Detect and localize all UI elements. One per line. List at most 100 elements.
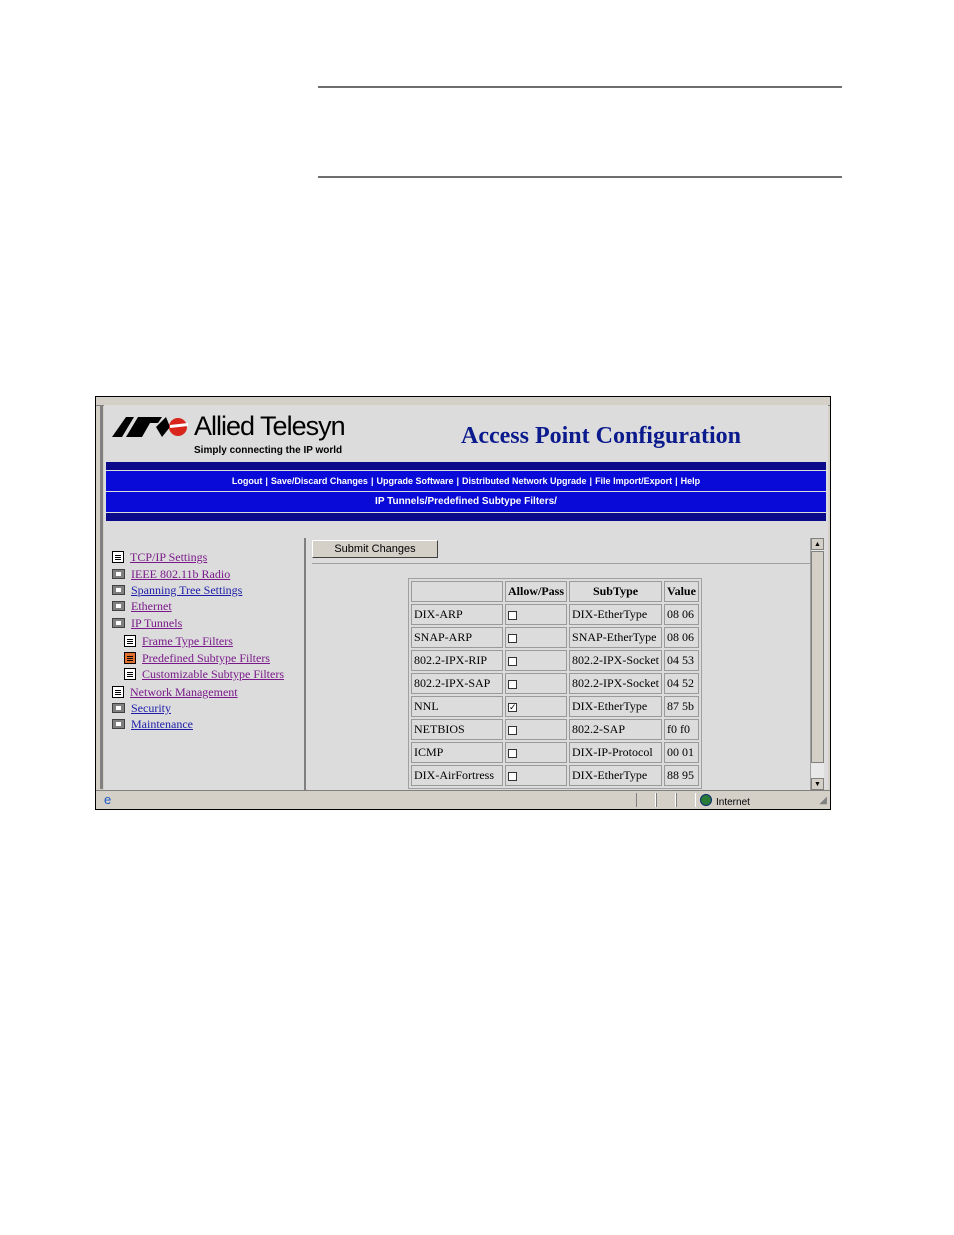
- allow-cell: [505, 627, 568, 648]
- table-row: NNL ✓ DIX-EtherType 87 5b: [411, 696, 699, 717]
- status-pane: [656, 793, 676, 807]
- value-cell: 88 95: [664, 765, 699, 786]
- allow-checkbox[interactable]: [508, 725, 517, 735]
- subtype-cell: DIX-IP-Protocol: [569, 742, 663, 763]
- subtype-cell: 802.2-IPX-Socket: [569, 650, 663, 671]
- tree-item-security[interactable]: Security: [112, 701, 171, 716]
- nav-logout[interactable]: Logout: [232, 476, 263, 486]
- zone-label: Internet: [716, 797, 750, 808]
- tree-link-ethernet[interactable]: Ethernet: [131, 599, 172, 613]
- folder-open-icon: [112, 618, 125, 628]
- tree-link-customizable-subtype-filters[interactable]: Customizable Subtype Filters: [142, 667, 284, 681]
- vertical-scrollbar[interactable]: ▲ ▼: [810, 538, 824, 790]
- tree-link-predefined-subtype-filters[interactable]: Predefined Subtype Filters: [142, 651, 270, 665]
- tree-item-tcpip[interactable]: TCP/IP Settings: [112, 550, 207, 565]
- tree-link-maintenance[interactable]: Maintenance: [131, 717, 193, 731]
- allow-cell: [505, 650, 568, 671]
- status-pane: [676, 793, 696, 807]
- table-header-row: Allow/Pass SubType Value: [411, 581, 699, 602]
- page-icon: [112, 551, 124, 563]
- tree-link-frame-type-filters[interactable]: Frame Type Filters: [142, 634, 233, 648]
- tree-item-predefined-subtype-filters[interactable]: Predefined Subtype Filters: [124, 651, 270, 666]
- table-row: SNAP-ARP SNAP-EtherType 08 06: [411, 627, 699, 648]
- page-content: Allied Telesyn Simply connecting the IP …: [104, 405, 828, 790]
- status-pane: [636, 793, 656, 807]
- tree-item-spanning-tree[interactable]: Spanning Tree Settings: [112, 583, 242, 598]
- browser-screenshot: Allied Telesyn Simply connecting the IP …: [95, 396, 831, 810]
- value-cell: 04 53: [664, 650, 699, 671]
- allow-cell: [505, 604, 568, 625]
- allow-checkbox[interactable]: [508, 633, 517, 643]
- allow-cell: [505, 742, 568, 763]
- table-row: NETBIOS 802.2-SAP f0 f0: [411, 719, 699, 740]
- page-icon: [124, 635, 136, 647]
- folder-icon: [112, 585, 125, 595]
- page-done-icon: e: [104, 792, 112, 807]
- value-cell: 87 5b: [664, 696, 699, 717]
- value-cell: 08 06: [664, 627, 699, 648]
- table-row: 802.2-IPX-RIP 802.2-IPX-Socket 04 53: [411, 650, 699, 671]
- page-icon: [112, 686, 124, 698]
- page-icon: [124, 668, 136, 680]
- tree-link-network-management[interactable]: Network Management: [130, 685, 238, 699]
- scroll-up-icon[interactable]: ▲: [811, 538, 824, 550]
- folder-icon: [112, 719, 125, 729]
- tree-link-radio[interactable]: IEEE 802.11b Radio: [131, 567, 230, 581]
- column-header-value: Value: [664, 581, 699, 602]
- submit-changes-button[interactable]: Submit Changes: [312, 540, 438, 558]
- allow-checkbox[interactable]: [508, 748, 517, 758]
- allow-cell: [505, 765, 568, 786]
- nav-save-discard[interactable]: Save/Discard Changes: [271, 476, 368, 486]
- folder-icon: [112, 703, 125, 713]
- value-cell: 04 52: [664, 673, 699, 694]
- logo-wordmark: Allied Telesyn: [194, 411, 346, 441]
- tree-item-frame-type-filters[interactable]: Frame Type Filters: [124, 634, 233, 649]
- table-row: ICMP DIX-IP-Protocol 00 01: [411, 742, 699, 763]
- scroll-thumb[interactable]: [811, 551, 824, 763]
- nav-file-import-export[interactable]: File Import/Export: [595, 476, 672, 486]
- tree-link-spanning-tree[interactable]: Spanning Tree Settings: [131, 583, 242, 597]
- subtype-cell: 802.2-IPX-Socket: [569, 673, 663, 694]
- column-header-subtype: SubType: [569, 581, 663, 602]
- filter-name: SNAP-ARP: [411, 627, 503, 648]
- tree-item-ethernet[interactable]: Ethernet: [112, 599, 172, 614]
- logo-tagline: Simply connecting the IP world: [194, 445, 343, 456]
- allow-cell: [505, 673, 568, 694]
- allow-checkbox[interactable]: [508, 656, 517, 666]
- table-row: 802.2-IPX-SAP 802.2-IPX-Socket 04 52: [411, 673, 699, 694]
- top-rule: [318, 86, 842, 88]
- subtype-cell: DIX-EtherType: [569, 604, 663, 625]
- subtype-cell: SNAP-EtherType: [569, 627, 663, 648]
- filter-name: NETBIOS: [411, 719, 503, 740]
- tree-item-ip-tunnels[interactable]: IP Tunnels: [112, 616, 182, 631]
- filter-name: 802.2-IPX-SAP: [411, 673, 503, 694]
- page-title: Access Point Configuration: [461, 423, 741, 449]
- status-bar: e Internet ◢: [96, 790, 830, 809]
- tree-link-security[interactable]: Security: [131, 701, 171, 715]
- tree-item-maintenance[interactable]: Maintenance: [112, 717, 193, 732]
- allow-checkbox[interactable]: [508, 679, 517, 689]
- tree-link-tcpip[interactable]: TCP/IP Settings: [130, 550, 207, 564]
- filter-name: DIX-AirFortress: [411, 765, 503, 786]
- subtype-filter-table: Allow/Pass SubType Value DIX-ARP DIX-Ethe…: [408, 578, 702, 789]
- tree-item-customizable-subtype-filters[interactable]: Customizable Subtype Filters: [124, 667, 284, 682]
- subtype-cell: DIX-EtherType: [569, 696, 663, 717]
- tree-item-radio[interactable]: IEEE 802.11b Radio: [112, 567, 230, 582]
- content-frame: Submit Changes Allow/Pass SubType Value …: [308, 538, 810, 790]
- allow-checkbox[interactable]: ✓: [508, 702, 517, 712]
- nav-upgrade-software[interactable]: Upgrade Software: [376, 476, 453, 486]
- filter-name: 802.2-IPX-RIP: [411, 650, 503, 671]
- nav-help[interactable]: Help: [681, 476, 701, 486]
- tree-item-network-management[interactable]: Network Management: [112, 685, 238, 700]
- page-active-icon: [124, 652, 136, 664]
- scroll-down-icon[interactable]: ▼: [811, 778, 824, 790]
- allow-checkbox[interactable]: [508, 610, 517, 620]
- table-row: DIX-AirFortress DIX-EtherType 88 95: [411, 765, 699, 786]
- logo-mark-icon: [112, 417, 188, 437]
- tree-link-ip-tunnels[interactable]: IP Tunnels: [131, 616, 182, 630]
- nav-distributed-upgrade[interactable]: Distributed Network Upgrade: [462, 476, 587, 486]
- bottom-rule: [318, 176, 842, 178]
- resize-grip-icon[interactable]: ◢: [819, 795, 827, 806]
- filter-name: ICMP: [411, 742, 503, 763]
- allow-checkbox[interactable]: [508, 771, 517, 781]
